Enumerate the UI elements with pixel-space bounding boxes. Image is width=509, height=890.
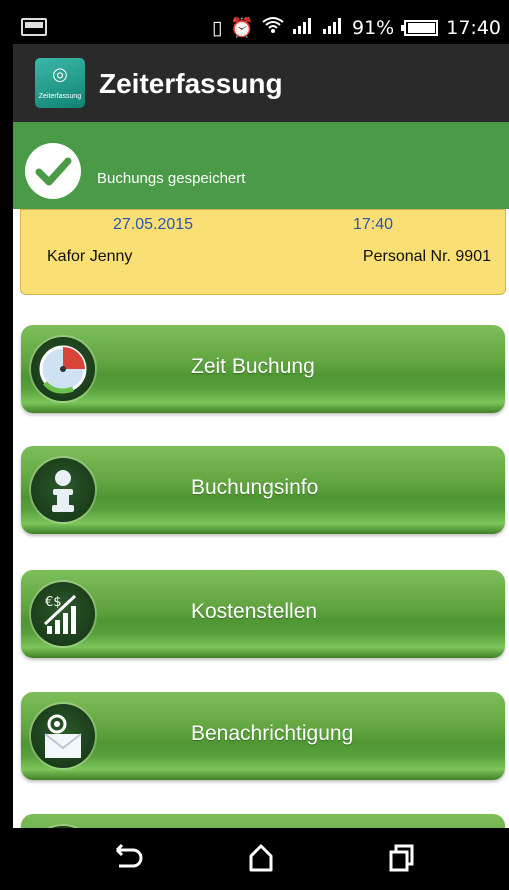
booking-date: 27.05.2015 — [113, 216, 194, 233]
phone-screen: ▯ ⏰ 91% 17:40 ◎ Zeiterfassung Zeiterfass… — [13, 10, 509, 890]
vibrate-icon: ▯ — [211, 16, 223, 39]
home-icon[interactable] — [241, 840, 281, 876]
status-bar: ▯ ⏰ 91% 17:40 — [13, 10, 509, 44]
status-icons: ▯ ⏰ 91% 17:40 — [212, 16, 501, 39]
zeit-buchung-label: Zeit Buchung — [191, 355, 315, 378]
svg-text:€$: €$ — [45, 595, 62, 610]
alarm-icon: ⏰ — [230, 16, 254, 39]
booking-time: 17:40 — [353, 216, 394, 233]
battery-icon — [401, 19, 439, 36]
buchungsinfo-button[interactable]: Buchungsinfo — [21, 446, 505, 534]
saved-toast: Buchungs gespeichert — [13, 122, 509, 209]
logo-dial-icon: ◎ — [52, 64, 68, 85]
wifi-icon — [262, 16, 284, 39]
image-icon — [21, 18, 47, 36]
signal-1-icon — [292, 17, 314, 39]
signal-2-icon — [322, 17, 344, 39]
app-title: Zeiterfassung — [99, 68, 283, 99]
mail-icon — [31, 704, 95, 768]
kostenstellen-label: Kostenstellen — [191, 600, 318, 623]
benachrichtigung-label: Benachrichtigung — [191, 722, 354, 745]
app-bar: ◎ Zeiterfassung Zeiterfassung — [13, 44, 509, 122]
navigation-bar — [13, 828, 509, 890]
kostenstellen-button[interactable]: €$ Kostenstellen — [21, 570, 505, 658]
device-frame: ▯ ⏰ 91% 17:40 ◎ Zeiterfassung Zeiterfass… — [0, 0, 509, 890]
app-logo: ◎ Zeiterfassung — [35, 58, 85, 108]
buchungsinfo-label: Buchungsinfo — [191, 476, 319, 499]
zeit-buchung-button[interactable]: Zeit Buchung — [21, 325, 505, 413]
checkmark-icon — [25, 143, 81, 199]
back-icon[interactable] — [105, 840, 145, 876]
benachrichtigung-button[interactable]: Benachrichtigung — [21, 692, 505, 780]
booking-info-card: 27.05.2015 17:40 Kafor Jenny Personal Nr… — [20, 209, 506, 295]
info-icon — [31, 458, 95, 522]
cost-chart-icon: €$ — [31, 582, 95, 646]
toast-message: Buchungs gespeichert — [97, 170, 246, 187]
battery-percent: 91% — [352, 16, 395, 39]
clock: 17:40 — [446, 16, 501, 39]
personnel-number: Personal Nr. 9901 — [362, 248, 491, 265]
stopwatch-icon — [31, 337, 95, 401]
recents-icon[interactable] — [381, 840, 421, 876]
employee-name: Kafor Jenny — [47, 248, 133, 265]
logo-text: Zeiterfassung — [38, 93, 82, 100]
